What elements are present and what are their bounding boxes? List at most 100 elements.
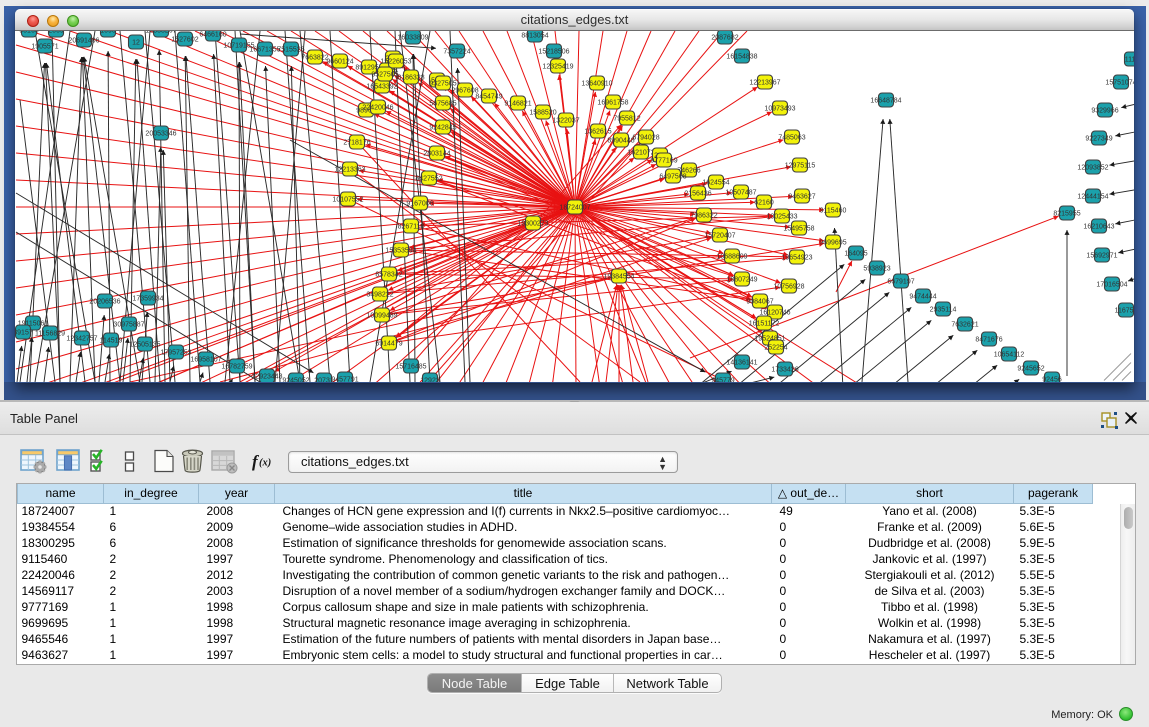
svg-text:13640910: 13640910 bbox=[581, 81, 612, 88]
svg-text:12325419: 12325419 bbox=[542, 64, 573, 71]
svg-text:14136141: 14136141 bbox=[726, 360, 757, 367]
svg-text:7515526: 7515526 bbox=[277, 47, 304, 54]
svg-text:7663822: 7663822 bbox=[301, 55, 328, 62]
svg-text:9227349: 9227349 bbox=[1085, 136, 1112, 143]
svg-text:9245052: 9245052 bbox=[282, 378, 309, 383]
svg-text:2156436: 2156436 bbox=[684, 191, 711, 198]
svg-text:8990448: 8990448 bbox=[607, 138, 634, 145]
svg-text:15720407: 15720407 bbox=[704, 233, 735, 240]
svg-text:30975887: 30975887 bbox=[113, 322, 144, 329]
svg-text:39157: 39157 bbox=[15, 330, 33, 337]
svg-text:17359934: 17359934 bbox=[132, 296, 163, 303]
svg-text:16151172: 16151172 bbox=[749, 321, 780, 328]
svg-text:8813054: 8813054 bbox=[521, 33, 548, 40]
svg-text:9463627: 9463627 bbox=[788, 194, 815, 201]
svg-text:10688609: 10688609 bbox=[716, 254, 747, 261]
svg-text:92456: 92456 bbox=[1042, 377, 1062, 383]
svg-text:1588520: 1588520 bbox=[529, 110, 556, 117]
svg-text:20053346: 20053346 bbox=[145, 131, 176, 138]
svg-text:15751074: 15751074 bbox=[1105, 80, 1134, 87]
svg-text:9660124: 9660124 bbox=[326, 59, 353, 66]
svg-text:10099489: 10099489 bbox=[366, 313, 397, 320]
svg-text:16671355: 16671355 bbox=[249, 47, 280, 54]
svg-text:9245652: 9245652 bbox=[1017, 366, 1044, 373]
svg-text:7357224: 7357224 bbox=[443, 49, 470, 56]
svg-text:15716485: 15716485 bbox=[395, 364, 426, 371]
svg-text:6914479: 6914479 bbox=[375, 341, 402, 348]
svg-text:2718176: 2718176 bbox=[343, 140, 370, 147]
svg-text:8186328: 8186328 bbox=[397, 75, 424, 82]
svg-text:18724007: 18724007 bbox=[559, 205, 590, 212]
svg-text:9777169: 9777169 bbox=[650, 158, 677, 165]
svg-text:62160: 62160 bbox=[754, 200, 774, 207]
svg-text:12923448: 12923448 bbox=[251, 374, 282, 381]
svg-text:6497568: 6497568 bbox=[659, 174, 686, 181]
svg-text:16033809: 16033809 bbox=[397, 35, 428, 42]
svg-text:12342757: 12342757 bbox=[66, 336, 97, 343]
svg-text:20691406: 20691406 bbox=[68, 38, 99, 45]
svg-text:2803144: 2803144 bbox=[423, 151, 450, 158]
svg-text:9146821: 9146821 bbox=[504, 101, 531, 108]
svg-text:9242845: 9242845 bbox=[429, 125, 456, 132]
svg-text:12213363: 12213363 bbox=[334, 167, 365, 174]
svg-text:8267110: 8267110 bbox=[398, 224, 425, 231]
svg-text:9115460: 9115460 bbox=[820, 208, 847, 215]
svg-text:16961758: 16961758 bbox=[597, 100, 628, 107]
svg-text:8454749: 8454749 bbox=[475, 94, 502, 101]
svg-text:8471676: 8471676 bbox=[975, 337, 1002, 344]
svg-text:12: 12 bbox=[132, 40, 140, 47]
svg-text:16958107: 16958107 bbox=[190, 357, 221, 364]
svg-text:1090: 1090 bbox=[100, 31, 116, 35]
svg-text:15495758: 15495758 bbox=[783, 226, 814, 233]
svg-text:10756928: 10756928 bbox=[773, 284, 804, 291]
svg-text:8578342: 8578342 bbox=[375, 272, 402, 279]
svg-text:15226053: 15226053 bbox=[380, 59, 411, 66]
svg-text:19654923: 19654923 bbox=[781, 255, 812, 262]
svg-text:9474444: 9474444 bbox=[909, 294, 936, 301]
svg-text:5938923: 5938923 bbox=[863, 266, 890, 273]
svg-text:10507487: 10507487 bbox=[725, 190, 756, 197]
svg-text:10025433: 10025433 bbox=[766, 214, 797, 221]
svg-text:1621072: 1621072 bbox=[627, 150, 654, 157]
svg-text:95160: 95160 bbox=[19, 31, 39, 35]
svg-text:19384554: 19384554 bbox=[603, 274, 634, 281]
svg-text:7986322: 7986322 bbox=[690, 213, 717, 220]
svg-text:12444154: 12444154 bbox=[1077, 194, 1108, 201]
svg-text:16782759: 16782759 bbox=[221, 364, 252, 371]
svg-text:9167006: 9167006 bbox=[406, 201, 433, 208]
svg-text:9457791: 9457791 bbox=[331, 377, 358, 383]
svg-text:17957253: 17957253 bbox=[160, 350, 191, 357]
svg-text:5675685: 5675685 bbox=[429, 101, 456, 108]
svg-text:(x): (x) bbox=[259, 458, 271, 469]
svg-text:9699695: 9699695 bbox=[819, 240, 846, 247]
svg-text:12213967: 12213967 bbox=[749, 80, 780, 87]
svg-text:1905571: 1905571 bbox=[31, 44, 58, 51]
svg-text:7485063: 7485063 bbox=[778, 135, 805, 142]
svg-text:12923: 12923 bbox=[420, 378, 440, 383]
svg-text:10107552: 10107552 bbox=[332, 197, 363, 204]
svg-text:22420046: 22420046 bbox=[362, 105, 393, 112]
svg-text:9329966: 9329966 bbox=[1091, 108, 1118, 115]
svg-text:18807249: 18807249 bbox=[726, 277, 757, 284]
svg-text:16648784: 16648784 bbox=[870, 98, 901, 105]
svg-text:15353594: 15353594 bbox=[385, 248, 416, 255]
svg-text:1117: 1117 bbox=[1125, 57, 1134, 64]
svg-text:6794028: 6794028 bbox=[632, 135, 659, 142]
svg-text:9327505: 9327505 bbox=[429, 81, 456, 88]
svg-text:164095: 164095 bbox=[844, 251, 867, 258]
svg-text:16154838: 16154838 bbox=[726, 54, 757, 61]
svg-text:7955812: 7955812 bbox=[613, 116, 640, 123]
svg-text:1733426: 1733426 bbox=[771, 367, 798, 374]
svg-text:10654112: 10654112 bbox=[994, 352, 1025, 359]
svg-text:9527505: 9527505 bbox=[371, 72, 398, 79]
svg-text:16543392: 16543392 bbox=[366, 84, 397, 91]
svg-text:2087682: 2087682 bbox=[711, 35, 738, 42]
svg-text:1624554: 1624554 bbox=[702, 180, 729, 187]
svg-text:114519: 114519 bbox=[100, 338, 123, 345]
svg-text:1322037: 1322037 bbox=[552, 118, 579, 125]
svg-text:252254: 252254 bbox=[764, 345, 787, 352]
svg-text:7632621: 7632621 bbox=[951, 322, 978, 329]
svg-text:9084067: 9084067 bbox=[746, 299, 773, 306]
svg-text:19300273: 19300273 bbox=[517, 221, 548, 228]
svg-text:20206536: 20206536 bbox=[89, 299, 120, 306]
